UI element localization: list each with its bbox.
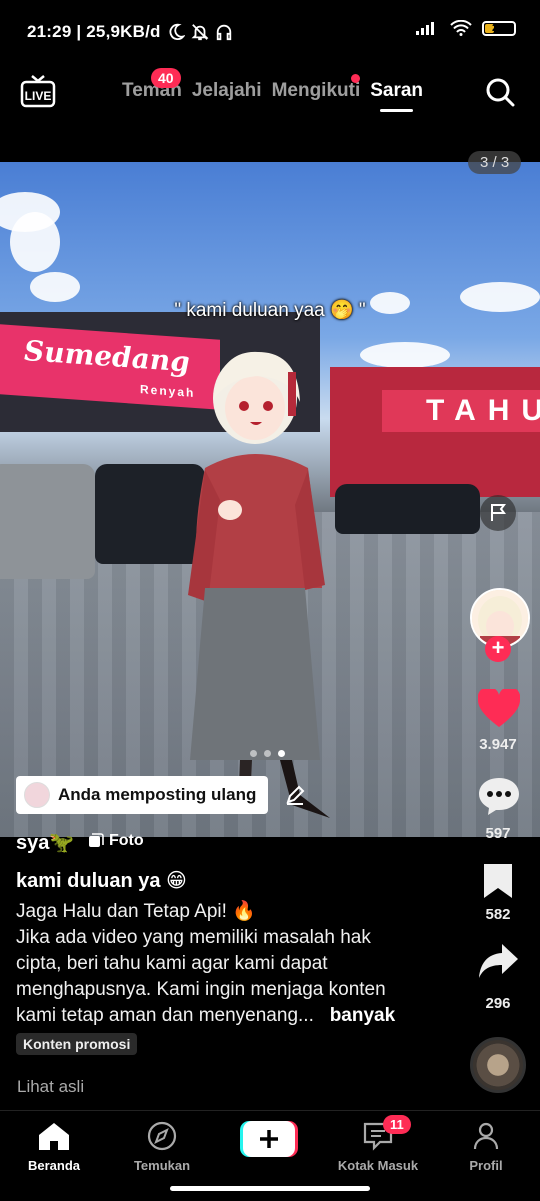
desc-line: cipta, beri tahu kami agar kami dapat (16, 953, 328, 974)
view-original-link[interactable]: Lihat asli (17, 1077, 84, 1097)
store-sign-right: TAHU (382, 390, 540, 432)
edit-repost-button[interactable] (284, 784, 306, 811)
live-button[interactable]: LIVE (20, 74, 56, 113)
status-bar: 21:29 | 25,9KB/d 20 (0, 0, 540, 62)
desc-line: Jaga Halu dan Tetap Api! 🔥 (16, 901, 256, 922)
promo-badge: Konten promosi (16, 1033, 138, 1055)
nav-kotak-masuk[interactable]: Kotak Masuk (328, 1121, 428, 1173)
heart-icon (477, 686, 521, 727)
status-time: 21:29 | 25,9KB/d (27, 22, 161, 41)
create-button[interactable] (240, 1121, 298, 1157)
post-title: kami duluan ya 😁 (16, 870, 187, 892)
username-text: sya🦖 (16, 832, 75, 854)
bell-off-icon (191, 24, 209, 41)
live-icon: LIVE (20, 75, 56, 108)
repost-label: Anda memposting ulang (58, 785, 257, 804)
comment-icon (479, 778, 519, 815)
profile-icon (473, 1122, 499, 1150)
nav-temukan[interactable]: Temukan (112, 1121, 212, 1173)
report-button[interactable] (480, 495, 516, 531)
nav-beranda[interactable]: Beranda (4, 1121, 104, 1173)
carousel-dot (264, 750, 271, 757)
sign-left-text: Sumedang (24, 333, 190, 379)
share-icon (479, 944, 518, 978)
desc-line: Jika ada video yang memiliki masalah hak (16, 927, 371, 948)
headset-icon (216, 24, 231, 41)
home-indicator (170, 1186, 370, 1191)
post-description[interactable]: Jaga Halu dan Tetap Api! 🔥 Jika ada vide… (16, 899, 456, 1029)
nav-label: Kotak Masuk (337, 1158, 419, 1173)
repost-avatar (24, 782, 50, 808)
carousel-dot-active (278, 750, 285, 757)
nav-label: Beranda (27, 1158, 81, 1173)
compass-icon (147, 1121, 177, 1151)
pencil-icon (286, 785, 305, 805)
desc-line: kami tetap aman dan menyenang... (16, 1005, 314, 1026)
follow-button[interactable]: + (485, 636, 511, 662)
nav-label: Profil (469, 1158, 503, 1173)
comment-button[interactable] (478, 776, 520, 821)
tab-jelajahi[interactable]: Jelajahi (192, 80, 262, 102)
repost-banner[interactable]: Anda memposting ulang (16, 776, 269, 814)
save-button[interactable] (482, 862, 514, 905)
mengikuti-dot (351, 74, 360, 83)
flag-icon (491, 504, 506, 521)
top-nav: LIVE Teman Jelajahi Mengikuti Saran (0, 62, 540, 122)
more-link[interactable]: banyak (330, 1005, 395, 1026)
carousel-dot (250, 750, 257, 757)
photo-type-text: Foto (109, 832, 144, 849)
live-label: LIVE (25, 89, 52, 103)
status-right: 20 (416, 20, 516, 36)
comment-count: 597 (485, 825, 511, 842)
save-count: 582 (485, 906, 511, 923)
inbox-badge: 11 (383, 1115, 411, 1134)
photo-stack-icon (89, 833, 104, 847)
share-button[interactable] (478, 942, 520, 985)
desc-line-last: kami tetap aman dan menyenang... banyak (16, 1003, 456, 1029)
sound-disc[interactable] (470, 1037, 526, 1093)
teman-badge: 40 (151, 68, 181, 88)
search-icon (486, 78, 515, 107)
tab-saran[interactable]: Saran (370, 80, 423, 112)
nav-profil[interactable]: Profil (436, 1121, 536, 1173)
nav-label: Temukan (133, 1158, 191, 1173)
home-icon (39, 1123, 69, 1150)
bookmark-icon (484, 864, 512, 898)
status-left: 21:29 | 25,9KB/d (27, 22, 233, 42)
battery-level: 20 (492, 22, 504, 34)
image-counter: 3 / 3 (468, 151, 522, 174)
like-count: 3.947 (479, 736, 517, 753)
like-button[interactable] (477, 686, 521, 734)
share-count: 296 (485, 995, 511, 1012)
plus-icon (260, 1130, 278, 1148)
wifi-icon (450, 20, 472, 36)
moon-icon (169, 23, 185, 41)
signal-icon (416, 22, 434, 35)
tab-mengikuti[interactable]: Mengikuti (272, 80, 361, 102)
creator-username[interactable]: sya🦖 (16, 830, 74, 855)
image-caption: " kami duluan yaa 🤭 " (174, 300, 366, 321)
search-button[interactable] (484, 76, 516, 113)
desc-line: menghapusnya. Kami ingin menjaga konten (16, 979, 386, 1000)
photo-type-label: Foto (88, 832, 144, 850)
battery-indicator: 20 (482, 20, 516, 36)
carousel-dots (250, 750, 285, 757)
